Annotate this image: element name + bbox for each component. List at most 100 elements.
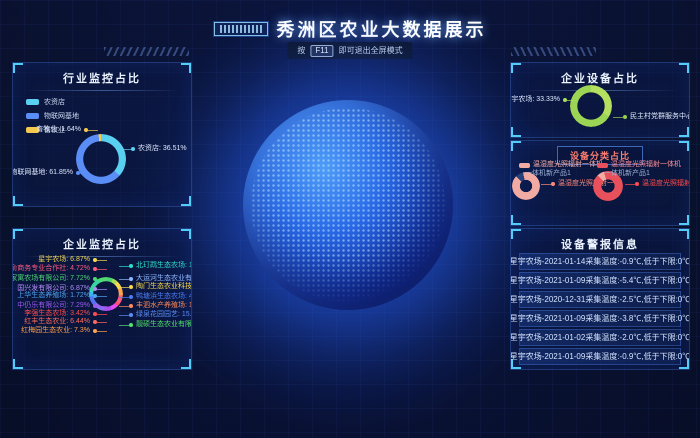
callout-label: 靓硕生态农业有限公司: 6.87% <box>136 321 192 329</box>
legend-item: 农资店 <box>26 97 79 107</box>
panel-industry-monitor: 行业监控占比 农资店 物联网基地 畜牧业 畜牧业: 1.64% 农资店: 36.… <box>12 62 192 207</box>
callout-label: 上华生态养殖场: 1.72% <box>17 292 90 300</box>
callout-dot <box>635 182 639 186</box>
callout-label: 红梅园生态农业: 7.3% <box>21 327 90 335</box>
callout-dot <box>129 264 133 268</box>
legend-label: 温湿度光照辐射一体机 <box>533 161 603 169</box>
chart-callout: 陶门生态农业科技有限公 <box>129 283 192 291</box>
callout-dot <box>76 171 80 175</box>
callout-label: 物联网基地: 61.85% <box>12 169 73 177</box>
callout-label: 家寓农场有限公司: 7.72% <box>12 275 90 283</box>
callout-label: 陶门生态农业科技有限公 <box>136 283 192 291</box>
dashboard-root: 秀洲区农业大数据展示 按 F11 即可退出全屏模式 行业监控占比 农资店 物联网… <box>0 0 700 438</box>
callout-dot <box>93 258 97 262</box>
chart-callout: 红丰生态农业: 6.44% <box>24 318 97 326</box>
equipment-donut-chart <box>570 85 612 127</box>
chart-callout: 中仍乐有限公司: 7.29% <box>17 302 97 310</box>
brand-logo <box>214 22 268 36</box>
callout-label: 中仍乐有限公司: 7.29% <box>17 302 90 310</box>
chart-callout: 家寓农场有限公司: 7.72% <box>12 275 97 283</box>
chart-callout: 李强生态农场: 3.42% <box>24 310 97 318</box>
callout-dot <box>129 277 133 281</box>
page-title: 秀洲区农业大数据展示 <box>277 16 487 42</box>
callout-dot <box>551 182 555 186</box>
callout-label: 丰泗水产养殖场: 1. <box>136 302 192 310</box>
panel-title: 企业设备占比 <box>511 63 689 86</box>
chart-callout: 大运河生态农业有限责任公 <box>129 275 192 283</box>
chart-callout: 民主村党群服务中心: <box>623 113 690 121</box>
panel-title: 设备警报信息 <box>511 229 689 252</box>
callout-label: 绿泉花园园艺: 15.02% <box>136 311 192 319</box>
panel-enterprise-monitor: 企业监控占比 星宇农场: 6.87% 和俞商务专业合作社: 4.72% 家寓农场… <box>12 228 192 370</box>
tip-prefix: 按 <box>297 45 305 56</box>
panel-title: 行业监控占比 <box>13 63 191 86</box>
fullscreen-tip: 按 F11 即可退出全屏模式 <box>287 42 412 59</box>
legend-label: 物联网基地 <box>44 111 79 121</box>
callout-label: 李强生态农场: 3.42% <box>24 310 90 318</box>
callout-dot <box>623 115 627 119</box>
legend-label: 温湿度光照辐射一体机 <box>611 161 681 169</box>
chart-callout: 和俞商务专业合作社: 4.72% <box>12 265 97 273</box>
callout-dot <box>129 295 133 299</box>
callout-dot <box>84 128 88 132</box>
globe-visual <box>243 100 453 310</box>
callout-dot <box>93 267 97 271</box>
chart-callout: 靓硕生态农业有限公司: 6.87% <box>129 321 192 329</box>
callout-dot <box>129 285 133 289</box>
chart-callout: 北玎鹉生态农场: 11.16% <box>129 262 192 270</box>
legend-swatch <box>519 163 530 168</box>
callout-label: 温湿度光照辐射一 <box>642 180 690 188</box>
title-row: 秀洲区农业大数据展示 <box>0 16 700 42</box>
callout-dot <box>93 312 97 316</box>
chart-callout: 星宇农场: 6.87% <box>38 256 97 264</box>
callout-dot <box>563 98 567 102</box>
chart-callout: 丰泗水产养殖场: 1. <box>129 302 192 310</box>
callout-dot <box>93 329 97 333</box>
chart-callout: 农资店: 36.51% <box>131 145 187 153</box>
callout-dot <box>93 320 97 324</box>
callout-label: 大运河生态农业有限责任公 <box>136 275 192 283</box>
callout-label: 民主村党群服务中心: <box>630 113 690 121</box>
callout-label: 北玎鹉生态农场: 11.16% <box>136 262 192 270</box>
alarm-row: 星宇农场-2021-01-02采集温度:-2.0℃,低于下限:0℃ <box>519 329 681 346</box>
industry-donut-chart <box>76 134 126 184</box>
chart-callout: 鸭塘浜生态农场: 4.29% <box>129 293 192 301</box>
panel-device-class: 设备分类占比 温湿度光照辐射一体机 一体机新产品1 温湿度光照辐射一 温湿度光照… <box>510 140 690 226</box>
header: 秀洲区农业大数据展示 按 F11 即可退出全屏模式 <box>0 0 700 62</box>
callout-label: 红丰生态农业: 6.44% <box>24 318 90 326</box>
decor-hatch-right <box>511 47 596 56</box>
alarm-row: 星宇农场-2021-01-14采集温度:-0.9℃,低于下限:0℃ <box>519 253 681 270</box>
legend-label: 一体机新产品1 <box>525 170 571 178</box>
callout-dot <box>93 287 97 291</box>
tip-suffix: 即可退出全屏模式 <box>339 45 403 56</box>
chart-callout: 星宇农场: 33.33% <box>510 96 567 104</box>
panel-title: 企业监控占比 <box>13 229 191 252</box>
callout-dot <box>129 304 133 308</box>
alarm-row: 星宇农场-2021-01-09采集温度:-3.8℃,低于下限:0℃ <box>519 310 681 327</box>
callout-dot <box>131 147 135 151</box>
chart-callout: 红梅园生态农业: 7.3% <box>21 327 97 335</box>
alarm-row: 星宇农场-2021-01-09采集温度:-5.4℃,低于下限:0℃ <box>519 272 681 289</box>
legend-label: 一体机新产品1 <box>604 170 650 178</box>
decor-hatch-left <box>104 47 189 56</box>
panel-equipment-ratio: 企业设备占比 星宇农场: 33.33% 民主村党群服务中心: <box>510 62 690 138</box>
callout-label: 星宇农场: 33.33% <box>510 96 560 104</box>
mini-legend: 一体机新产品1 <box>525 170 571 178</box>
callout-dot <box>129 323 133 327</box>
callout-label: 星宇农场: 6.87% <box>38 256 90 264</box>
callout-dot <box>93 277 97 281</box>
mini-legend: 温湿度光照辐射一体机 <box>519 161 603 169</box>
f11-keycap: F11 <box>310 45 333 57</box>
callout-label: 鸭塘浜生态农场: 4.29% <box>136 293 192 301</box>
callout-dot <box>129 313 133 317</box>
legend-label: 农资店 <box>44 97 65 107</box>
divider <box>23 90 181 91</box>
mini-legend: 一体机新产品1 <box>604 170 650 178</box>
legend-swatch <box>26 113 39 119</box>
alarm-row: 星宇农场-2021-01-09采集温度:-0.9℃,低于下限:0℃ <box>519 348 681 365</box>
chart-callout: 物联网基地: 61.85% <box>12 169 80 177</box>
chart-callout: 畜牧业: 1.64% <box>36 126 88 134</box>
globe-dot-map <box>251 108 444 301</box>
callout-dot <box>93 294 97 298</box>
mini-legend: 温湿度光照辐射一体机 <box>597 161 681 169</box>
